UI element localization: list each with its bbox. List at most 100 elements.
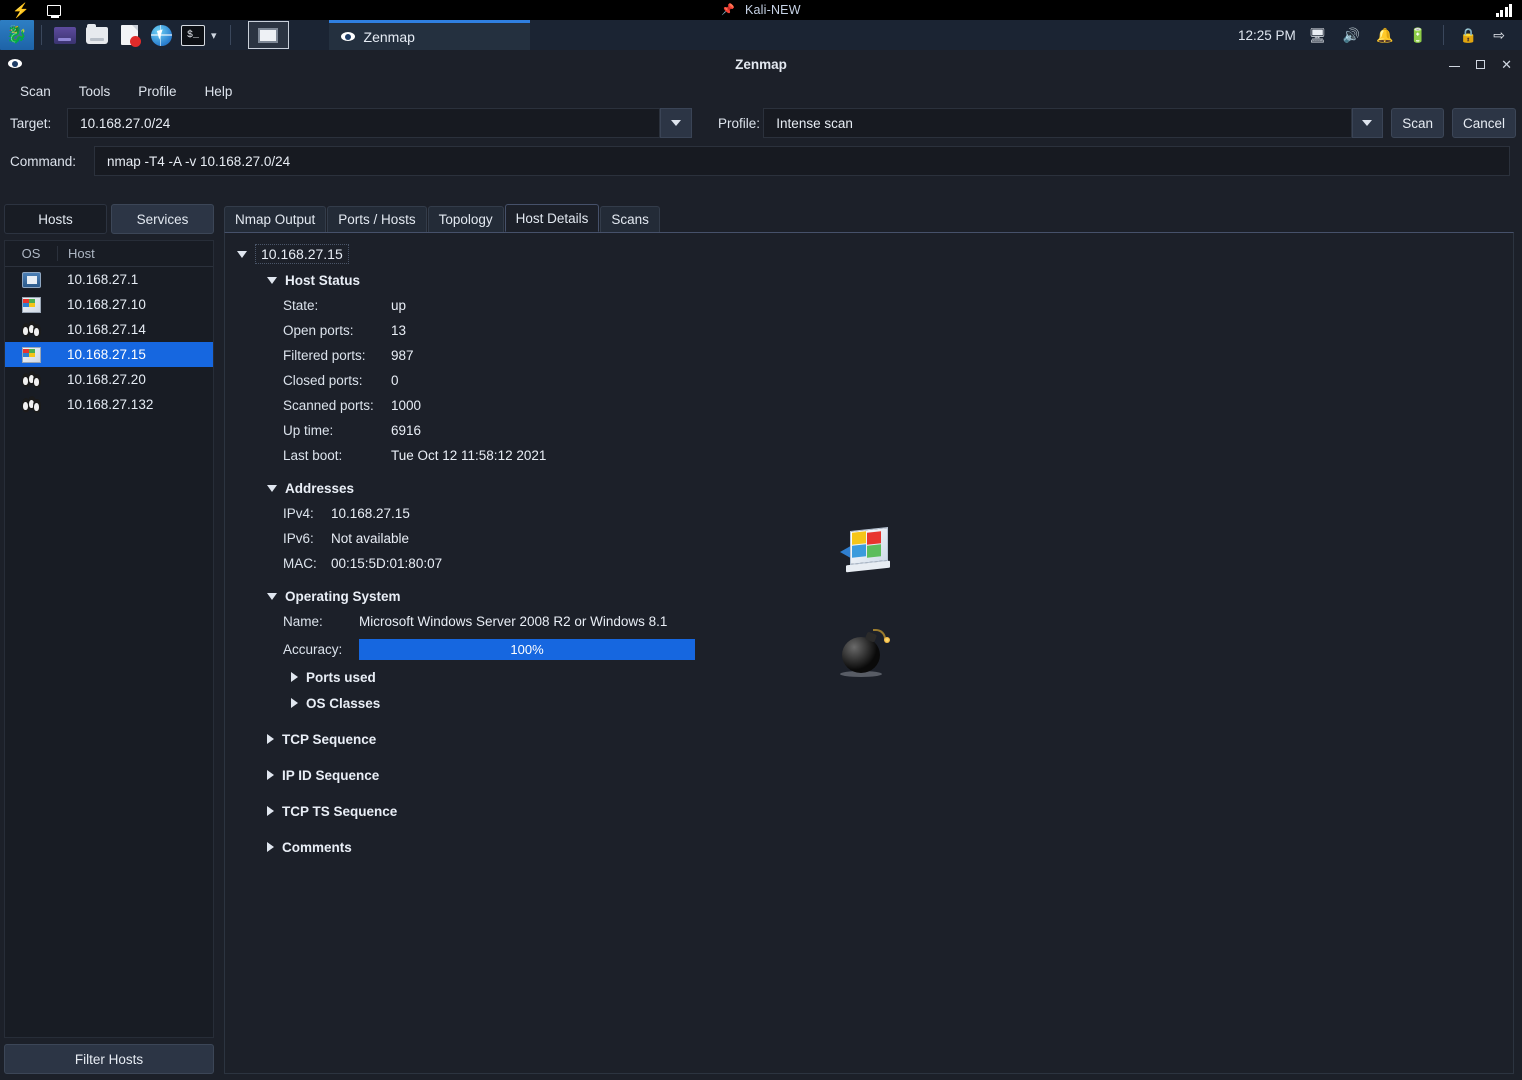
detail-row-open-ports: Open ports: 13 [237, 318, 1513, 343]
details-tabstrip: Nmap Output Ports / Hosts Topology Host … [224, 204, 1514, 232]
detail-row-last-boot: Last boot: Tue Oct 12 11:58:12 2021 [237, 443, 1513, 468]
tree-node-comments[interactable]: Comments [237, 834, 1513, 860]
os-linux-icon [5, 396, 57, 413]
chevron-right-icon[interactable] [291, 672, 298, 682]
details-scrollbar[interactable] [1513, 233, 1514, 1074]
chevron-down-icon[interactable] [237, 250, 247, 258]
profile-dropdown-button[interactable] [1351, 108, 1384, 138]
menu-tools[interactable]: Tools [67, 81, 123, 102]
system-tray: 12:25 PM 🖥 🔊 🔔 🔋 🔒 ⇨ [1238, 25, 1512, 45]
command-input[interactable]: nmap -T4 -A -v 10.168.27.0/24 [94, 146, 1510, 176]
profile-input[interactable]: Intense scan [763, 108, 1352, 138]
maximize-icon[interactable] [1476, 59, 1486, 69]
tray-divider [1442, 25, 1444, 45]
hosts-pane: Hosts Services OS Host 10.168.27.1 10.16… [0, 198, 220, 1080]
task-entry-zenmap[interactable]: Zenmap [328, 20, 530, 50]
tree-node-os-classes[interactable]: OS Classes [237, 690, 1513, 716]
chevron-down-icon[interactable] [267, 484, 277, 492]
section-title-tcp-sequence: TCP Sequence [282, 731, 377, 747]
tree-node-host-status[interactable]: Host Status [237, 267, 1513, 293]
chevron-down-icon[interactable]: ▾ [211, 29, 217, 42]
host-table-header: OS Host [5, 241, 213, 267]
menu-scan[interactable]: Scan [8, 81, 63, 102]
folder-icon[interactable] [84, 23, 110, 47]
chevron-down-icon [1362, 120, 1373, 126]
table-row[interactable]: 10.168.27.14 [5, 317, 213, 342]
lock-icon[interactable]: 🔒 [1453, 28, 1484, 42]
table-row[interactable]: 10.168.27.20 [5, 367, 213, 392]
logout-icon[interactable]: ⇨ [1486, 28, 1512, 42]
system-bar-right [1495, 3, 1512, 17]
target-input[interactable]: 10.168.27.0/24 [67, 108, 661, 138]
table-row[interactable]: 10.168.27.10 [5, 292, 213, 317]
section-title-host-status: Host Status [285, 272, 361, 288]
detail-key: State: [283, 298, 319, 313]
table-row[interactable]: 10.168.27.132 [5, 392, 213, 417]
detail-value: 987 [391, 348, 414, 363]
host-address: 10.168.27.10 [67, 297, 146, 312]
chevron-right-icon[interactable] [267, 806, 274, 816]
detail-key: IPv6: [283, 531, 314, 546]
detail-value: Microsoft Windows Server 2008 R2 or Wind… [359, 614, 668, 629]
display-icon[interactable]: 🖥 [1302, 28, 1334, 42]
host-root-label: 10.168.27.15 [255, 244, 349, 264]
window-titlebar: Zenmap ✕ [0, 50, 1522, 78]
chevron-down-icon[interactable] [267, 592, 277, 600]
os-windows-icon [5, 346, 57, 363]
scrollbar-thumb[interactable] [1513, 618, 1514, 652]
tree-node-ip-id-sequence[interactable]: IP ID Sequence [237, 762, 1513, 788]
bell-icon[interactable]: 🔔 [1369, 28, 1400, 42]
battery-icon[interactable]: 🔋 [1402, 28, 1433, 42]
tab-topology[interactable]: Topology [427, 206, 504, 232]
detail-value: 10.168.27.15 [331, 506, 410, 521]
command-row: Command: nmap -T4 -A -v 10.168.27.0/24 [0, 142, 1522, 180]
column-header-host[interactable]: Host [57, 246, 213, 261]
host-address: 10.168.27.15 [67, 347, 146, 362]
chevron-right-icon[interactable] [267, 770, 274, 780]
tab-ports-hosts[interactable]: Ports / Hosts [327, 206, 427, 232]
filter-hosts-button[interactable]: Filter Hosts [4, 1044, 214, 1074]
tree-node-host-root[interactable]: 10.168.27.15 [237, 241, 1513, 267]
scan-button[interactable]: Scan [1391, 108, 1444, 138]
files-manager-icon[interactable] [52, 23, 78, 47]
show-desktop-icon[interactable] [247, 21, 289, 49]
kali-dragon-logo[interactable]: 🐉 [0, 20, 34, 50]
taskbar-divider [41, 25, 42, 45]
tab-scans[interactable]: Scans [600, 206, 660, 232]
tab-nmap-output[interactable]: Nmap Output [224, 206, 327, 232]
chevron-right-icon[interactable] [267, 842, 274, 852]
main-split: Hosts Services OS Host 10.168.27.1 10.16… [0, 198, 1522, 1080]
volume-icon[interactable]: 🔊 [1336, 28, 1367, 42]
table-row-selected[interactable]: 10.168.27.15 [5, 342, 213, 367]
tab-services[interactable]: Services [111, 204, 214, 234]
pin-icon[interactable]: 📌 [721, 4, 735, 16]
tree-node-tcp-sequence[interactable]: TCP Sequence [237, 726, 1513, 752]
menu-help[interactable]: Help [193, 81, 245, 102]
clock[interactable]: 12:25 PM [1238, 28, 1300, 43]
detail-value: Tue Oct 12 11:58:12 2021 [391, 448, 547, 463]
host-address: 10.168.27.132 [67, 397, 154, 412]
tree-node-operating-system[interactable]: Operating System [237, 583, 1513, 609]
close-icon[interactable]: ✕ [1501, 58, 1512, 71]
host-table: OS Host 10.168.27.1 10.168.27.10 10.168.… [4, 240, 214, 1038]
terminal-icon[interactable]: $_ [180, 23, 206, 47]
chevron-right-icon[interactable] [267, 734, 274, 744]
tree-node-addresses[interactable]: Addresses [237, 475, 1513, 501]
chevron-down-icon[interactable] [267, 276, 277, 284]
target-dropdown-button[interactable] [660, 108, 692, 138]
document-icon[interactable] [116, 23, 142, 47]
detail-value: 1000 [391, 398, 422, 413]
tree-node-tcp-ts-sequence[interactable]: TCP TS Sequence [237, 798, 1513, 824]
cancel-button[interactable]: Cancel [1451, 108, 1517, 138]
column-header-os[interactable]: OS [5, 246, 57, 261]
zenmap-window: Zenmap ✕ Scan Tools Profile Help Target:… [0, 50, 1522, 1080]
minimize-icon[interactable] [1449, 61, 1461, 68]
bomb-icon [838, 629, 892, 677]
web-browser-icon[interactable] [148, 23, 174, 47]
tab-host-details[interactable]: Host Details [504, 204, 600, 232]
table-row[interactable]: 10.168.27.1 [5, 267, 213, 292]
menu-profile[interactable]: Profile [126, 81, 188, 102]
chevron-right-icon[interactable] [291, 698, 298, 708]
host-details-panel: 10.168.27.15 Host Status State: up Open … [224, 232, 1514, 1074]
tab-hosts[interactable]: Hosts [4, 204, 107, 234]
